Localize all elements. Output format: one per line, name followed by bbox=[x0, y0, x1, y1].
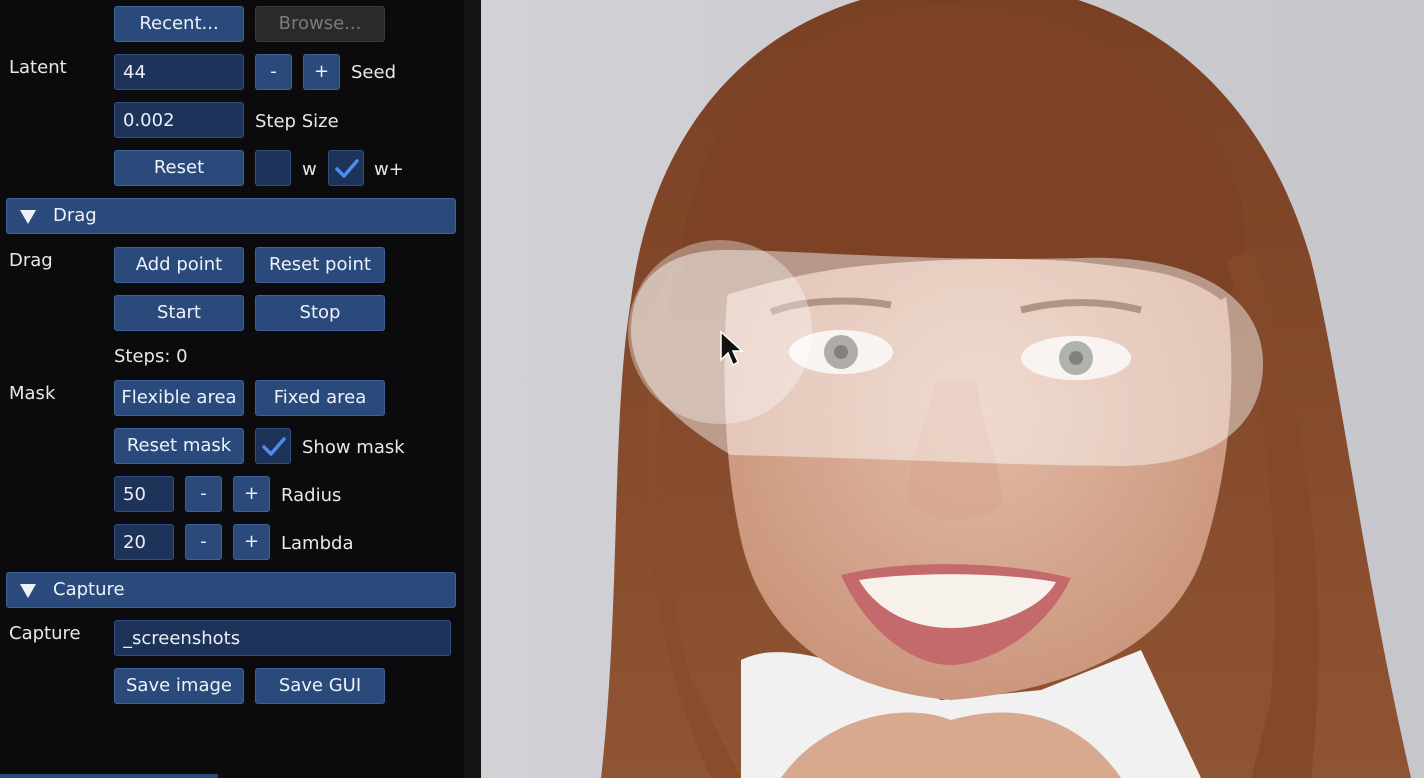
capture-section-header[interactable]: Capture bbox=[6, 572, 456, 608]
seed-decrement-button[interactable]: - bbox=[255, 54, 292, 90]
steps-counter: Steps: 0 bbox=[114, 346, 188, 367]
wplus-checkbox[interactable] bbox=[328, 150, 364, 186]
capture-header-title: Capture bbox=[53, 579, 125, 600]
lambda-decrement-button[interactable]: - bbox=[185, 524, 222, 560]
radius-label: Radius bbox=[281, 485, 342, 506]
start-button[interactable]: Start bbox=[114, 295, 244, 331]
latent-section-label: Latent bbox=[9, 57, 67, 78]
recent-button[interactable]: Recent... bbox=[114, 6, 244, 42]
collapse-triangle-icon bbox=[20, 210, 36, 224]
show-mask-checkbox[interactable] bbox=[255, 428, 291, 464]
seed-increment-button[interactable]: + bbox=[303, 54, 340, 90]
mask-section-label: Mask bbox=[9, 383, 56, 404]
add-point-button[interactable]: Add point bbox=[114, 247, 244, 283]
save-image-button[interactable]: Save image bbox=[114, 668, 244, 704]
lambda-input[interactable] bbox=[114, 524, 174, 560]
image-canvas[interactable] bbox=[481, 0, 1424, 778]
lambda-label: Lambda bbox=[281, 533, 354, 554]
w-checkbox[interactable] bbox=[255, 150, 291, 186]
show-mask-label: Show mask bbox=[302, 437, 405, 458]
seed-label: Seed bbox=[351, 62, 396, 83]
reset-point-button[interactable]: Reset point bbox=[255, 247, 385, 283]
control-panel: Recent... Browse... Latent - + Seed Step… bbox=[0, 0, 464, 778]
panel-divider[interactable] bbox=[464, 0, 481, 778]
drag-section-label: Drag bbox=[9, 250, 53, 271]
panel-scrollbar[interactable] bbox=[0, 774, 218, 778]
latent-reset-button[interactable]: Reset bbox=[114, 150, 244, 186]
wplus-label: w+ bbox=[374, 159, 404, 180]
browse-button[interactable]: Browse... bbox=[255, 6, 385, 42]
radius-decrement-button[interactable]: - bbox=[185, 476, 222, 512]
drag-section-header[interactable]: Drag bbox=[6, 198, 456, 234]
fixed-area-button[interactable]: Fixed area bbox=[255, 380, 385, 416]
reset-mask-button[interactable]: Reset mask bbox=[114, 428, 244, 464]
drag-header-title: Drag bbox=[53, 205, 97, 226]
w-label: w bbox=[302, 159, 317, 180]
checkmark-icon bbox=[335, 159, 359, 178]
stop-button[interactable]: Stop bbox=[255, 295, 385, 331]
flexible-area-button[interactable]: Flexible area bbox=[114, 380, 244, 416]
radius-increment-button[interactable]: + bbox=[233, 476, 270, 512]
capture-directory-input[interactable] bbox=[114, 620, 451, 656]
collapse-triangle-icon bbox=[20, 584, 36, 598]
save-gui-button[interactable]: Save GUI bbox=[255, 668, 385, 704]
step-size-input[interactable] bbox=[114, 102, 244, 138]
lambda-increment-button[interactable]: + bbox=[233, 524, 270, 560]
seed-input[interactable] bbox=[114, 54, 244, 90]
capture-section-label: Capture bbox=[9, 623, 81, 644]
portrait-image bbox=[481, 0, 1424, 778]
step-size-label: Step Size bbox=[255, 111, 339, 132]
checkmark-icon bbox=[262, 437, 286, 456]
radius-input[interactable] bbox=[114, 476, 174, 512]
